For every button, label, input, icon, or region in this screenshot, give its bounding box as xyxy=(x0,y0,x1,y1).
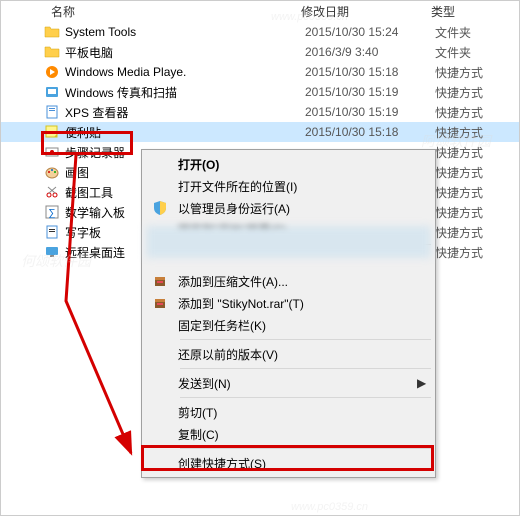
blank-icon xyxy=(152,455,174,471)
menu-item[interactable]: 还原以前的版本(V) xyxy=(144,343,433,365)
menu-separator xyxy=(180,397,431,398)
file-type: 快捷方式 xyxy=(435,204,483,221)
header-name[interactable]: 名称 xyxy=(1,3,301,20)
menu-separator xyxy=(180,244,431,245)
menu-item[interactable]: 以管理员身份运行(A) xyxy=(144,197,433,219)
blank-icon xyxy=(152,156,174,172)
column-header-row: 名称 修改日期 类型 xyxy=(1,1,519,22)
file-name: 便利贴 xyxy=(65,124,305,141)
file-date: 2015/10/30 15:19 xyxy=(305,105,435,119)
file-row[interactable]: System Tools2015/10/30 15:24文件夹 xyxy=(1,22,519,42)
menu-label: 复制(C) xyxy=(174,426,417,443)
file-row[interactable]: 平板电脑2016/3/9 3:40文件夹 xyxy=(1,42,519,62)
submenu-arrow-icon: ▶ xyxy=(417,376,431,390)
file-row[interactable]: 便利贴2015/10/30 15:18快捷方式 xyxy=(1,122,519,142)
note-icon xyxy=(43,124,61,140)
fax-icon xyxy=(43,84,61,100)
menu-separator xyxy=(180,448,431,449)
file-row[interactable]: Windows 传真和扫描2015/10/30 15:19快捷方式 xyxy=(1,82,519,102)
menu-label: 打开文件所在的位置(I) xyxy=(174,178,417,195)
file-type: 快捷方式 xyxy=(435,144,483,161)
watermark: www.pc0359.cn xyxy=(291,501,368,513)
menu-label: 固定到任务栏(K) xyxy=(174,317,417,334)
file-type: 快捷方式 xyxy=(435,224,483,241)
file-type: 快捷方式 xyxy=(435,104,483,121)
menu-label: 固定到"开始"屏幕(P) xyxy=(174,222,417,239)
menu-item[interactable]: 固定到"开始"屏幕(P) xyxy=(144,219,433,241)
menu-item[interactable]: 剪切(T) xyxy=(144,401,433,423)
menu-item[interactable]: 固定到任务栏(K) xyxy=(144,314,433,336)
blank-icon xyxy=(152,178,174,194)
context-menu: 打开(O) 打开文件所在的位置(I) 以管理员身份运行(A) 固定到"开始"屏幕(P)… xyxy=(141,149,436,478)
file-name: System Tools xyxy=(65,25,305,39)
paint-icon xyxy=(43,164,61,180)
menu-item[interactable]: 打开文件所在的位置(I) xyxy=(144,175,433,197)
file-date: 2015/10/30 15:24 xyxy=(305,25,435,39)
menu-label: 剪切(T) xyxy=(174,404,417,421)
folder-icon xyxy=(43,24,61,40)
file-row[interactable]: Windows Media Playe.2015/10/30 15:18快捷方式 xyxy=(1,62,519,82)
file-name: 平板电脑 xyxy=(65,44,305,61)
menu-item[interactable]: 复制(C) xyxy=(144,423,433,445)
math-icon: ∑ xyxy=(43,204,61,220)
blank-icon xyxy=(152,426,174,442)
header-type[interactable]: 类型 xyxy=(431,3,511,20)
file-date: 2015/10/30 15:19 xyxy=(305,85,435,99)
menu-label: 创建快捷方式(S) xyxy=(174,455,417,472)
menu-label: 打开(O) xyxy=(174,156,417,173)
file-name: Windows 传真和扫描 xyxy=(65,84,305,101)
file-type: 快捷方式 xyxy=(435,184,483,201)
file-date: 2015/10/30 15:18 xyxy=(305,65,435,79)
menu-item[interactable]: 添加到压缩文件(A)... xyxy=(144,270,433,292)
menu-item[interactable]: 添加到 "StikyNot.rar"(T) xyxy=(144,292,433,314)
menu-label: 以管理员身份运行(A) xyxy=(174,200,417,217)
blank-icon xyxy=(152,317,174,333)
file-type: 快捷方式 xyxy=(435,124,483,141)
menu-label: 还原以前的版本(V) xyxy=(174,346,417,363)
rar-icon xyxy=(152,295,174,311)
menu-item[interactable]: 发送到(N)▶ xyxy=(144,372,433,394)
file-name: Windows Media Playe. xyxy=(65,65,305,79)
file-type: 文件夹 xyxy=(435,24,471,41)
menu-label: 添加到压缩文件(A)... xyxy=(174,273,417,290)
blank-icon xyxy=(152,346,174,362)
svg-text:∑: ∑ xyxy=(48,208,55,219)
rdp-icon xyxy=(43,244,61,260)
blank-icon xyxy=(152,251,174,267)
menu-separator xyxy=(180,368,431,369)
blank-icon xyxy=(152,222,174,238)
wordpad-icon xyxy=(43,224,61,240)
menu-item[interactable] xyxy=(144,248,433,270)
menu-separator xyxy=(180,339,431,340)
file-type: 快捷方式 xyxy=(435,244,483,261)
xps-icon xyxy=(43,104,61,120)
header-date[interactable]: 修改日期 xyxy=(301,3,431,20)
file-type: 快捷方式 xyxy=(435,84,483,101)
wmp-icon xyxy=(43,64,61,80)
blank-icon xyxy=(152,404,174,420)
menu-item[interactable]: 创建快捷方式(S) xyxy=(144,452,433,474)
rar-icon xyxy=(152,273,174,289)
file-type: 快捷方式 xyxy=(435,64,483,81)
menu-item[interactable]: 打开(O) xyxy=(144,153,433,175)
blank-icon xyxy=(152,375,174,391)
menu-label: 添加到 "StikyNot.rar"(T) xyxy=(174,295,417,312)
file-date: 2015/10/30 15:18 xyxy=(305,125,435,139)
menu-label: 发送到(N) xyxy=(174,375,417,392)
shield-icon xyxy=(152,200,174,216)
rec-icon xyxy=(43,144,61,160)
file-name: XPS 查看器 xyxy=(65,104,305,121)
file-type: 文件夹 xyxy=(435,44,471,61)
file-type: 快捷方式 xyxy=(435,164,483,181)
file-row[interactable]: XPS 查看器2015/10/30 15:19快捷方式 xyxy=(1,102,519,122)
folder-icon xyxy=(43,44,61,60)
file-date: 2016/3/9 3:40 xyxy=(305,45,435,59)
snip-icon xyxy=(43,184,61,200)
